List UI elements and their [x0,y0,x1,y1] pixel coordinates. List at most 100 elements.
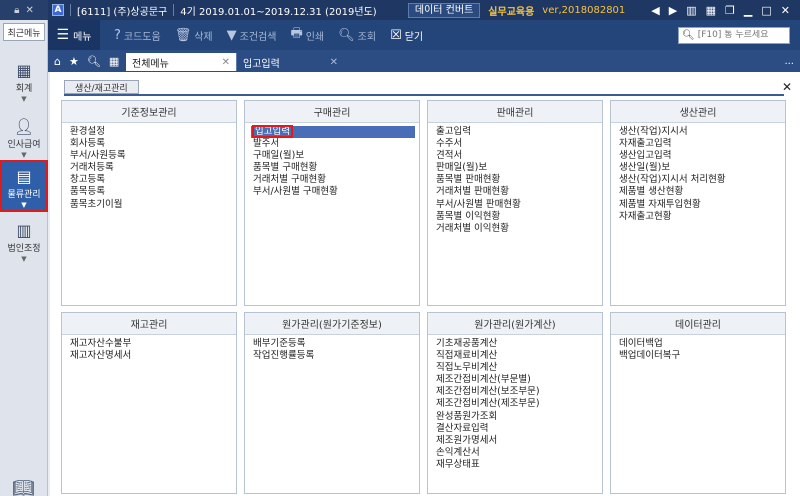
menu-item[interactable]: 생산(작업)지시서 [617,126,785,138]
panel-data-management: 데이터관리 데이터백업 백업데이터복구 [610,312,786,494]
menu-item[interactable]: 거래처별 구매현황 [251,174,419,186]
panel-cost-calculation: 원가관리(원가계산) 기초재공품계산 직접재료비계산 직접노무비계산 제조간접비… [427,312,603,494]
print-button[interactable]: 🖶︎ 인쇄 [290,24,324,46]
question-icon: ? [114,27,121,43]
menu-item[interactable]: 부서/사원별 판매현황 [434,199,602,211]
close-icon[interactable]: ✕ [330,57,338,68]
menu-item[interactable]: 거래처별 판매현황 [434,186,602,198]
close-x-icon[interactable]: ✕ [25,5,33,16]
menu-item[interactable]: 품목별 판매현황 [434,174,602,186]
inquiry-button[interactable]: 🔍︎ 조회 [338,28,376,43]
panel-sales: 판매관리 출고입력 수주서 견적서 판매일(월)보 품목별 판매현황 거래처별 … [427,100,603,306]
menu-item[interactable]: 회사등록 [68,138,236,150]
subtab-production-inventory[interactable]: 생산/재고관리 [64,80,139,94]
close-icon[interactable]: ✕ [782,80,792,94]
menu-item[interactable]: 재무상태표 [434,459,602,471]
menu-item[interactable]: 품목별 구매현황 [251,162,419,174]
close-icon[interactable]: ✕ [222,57,230,68]
menu-item[interactable]: 생산입고입력 [617,150,785,162]
menu-item[interactable]: 손익계산서 [434,447,602,459]
lock-icon[interactable]: 🔒︎ [14,5,19,16]
menu-item[interactable]: 발주서 [251,138,419,150]
sidebar-item-accounting[interactable]: ▦ 회계 ▼ [0,56,48,108]
menu-search-box[interactable]: 🔍︎ [678,26,790,44]
menu-item[interactable]: 제품별 생산현황 [617,186,785,198]
menu-item[interactable]: 품목초기이월 [68,199,236,211]
tab-receiving-entry[interactable]: 입고입력 ✕ [236,53,344,71]
recent-menu-button[interactable]: 최근메뉴 [3,23,45,41]
menu-item[interactable]: 구매일(월)보 [251,150,419,162]
menu-item[interactable]: 생산일(월)보 [617,162,785,174]
company-name: [6111] (주)상공문구 [77,6,168,18]
menu-item[interactable]: 제조간접비계산(부문별) [434,374,602,386]
menu-item[interactable]: 제조원가명세서 [434,435,602,447]
hamburger-icon: ☰ [56,27,70,43]
menu-item[interactable]: 결산자료입력 [434,423,602,435]
sidebar-item-hr-payroll[interactable]: 👤︎ 인사급여 ▼ [0,112,48,164]
menu-item[interactable]: 제품별 자재투입현황 [617,199,785,211]
panel-production: 생산관리 생산(작업)지시서 자재출고입력 생산입고입력 생산일(월)보 생산(… [610,100,786,306]
menu-item[interactable]: 제조간접비계산(제조부문) [434,398,602,410]
menu-item[interactable]: 기초재공품계산 [434,338,602,350]
tab-all-menu[interactable]: 전체메뉴 ✕ [126,53,236,71]
window-icon[interactable]: ❐ [725,4,735,17]
menu-item[interactable]: 제조간접비계산(보조부문) [434,386,602,398]
layout-icon[interactable]: ▥ [686,4,696,17]
book-icon[interactable]: 📖︎ [12,478,35,496]
menu-search-input[interactable] [697,30,788,40]
sidebar-item-corporate-adjust[interactable]: ▥ 법인조정 ▼ [0,216,48,268]
panel-list: 재고자산수불부 재고자산명세서 [62,335,236,362]
menu-item[interactable]: 부서/사원별 구매현황 [251,186,419,198]
menu-item[interactable]: 배부기준등록 [251,338,419,350]
inquiry-search-icon: 🔍︎ [338,27,355,43]
menu-item[interactable]: 품목등록 [68,186,236,198]
calendar-icon[interactable]: ▦ [109,55,119,68]
sidebar-item-logistics[interactable]: ▤ 물류관리 ▼ [0,160,48,212]
menu-item[interactable]: 재고자산명세서 [68,350,236,362]
title-bar-left: 🔒︎ ✕ [0,0,48,20]
menu-item[interactable]: 부서/사원등록 [68,150,236,162]
delete-button[interactable]: 🗑︎ 삭제 [175,28,213,43]
menu-item[interactable]: 데이터백업 [617,338,785,350]
menu-item[interactable]: 자재출고현황 [617,211,785,223]
data-convert-button[interactable]: 데이터 컨버트 [407,2,481,18]
menu-item[interactable]: 창고등록 [68,174,236,186]
code-help-button[interactable]: ? 코드도움 [114,28,161,43]
grid-icon[interactable]: ▦ [706,4,716,17]
close-button[interactable]: ☒ 닫기 [390,28,423,43]
condition-search-button[interactable]: ▼ 조건검색 [227,28,277,43]
menu-item[interactable]: 재고자산수불부 [68,338,236,350]
menu-item[interactable]: 품목별 이익현황 [434,211,602,223]
home-icon[interactable]: ⌂ [54,55,61,68]
more-icon[interactable]: ... [784,56,794,67]
main-content: 생산/재고관리 ✕ 기준정보관리 환경설정 회사등록 부서/사원등록 거래처등록… [50,72,800,496]
menu-item[interactable]: 환경설정 [68,126,236,138]
star-icon[interactable]: ★ [69,55,79,68]
menu-item[interactable]: 직접노무비계산 [434,362,602,374]
menu-item[interactable]: 거래처별 이익현황 [434,223,602,235]
menu-item[interactable]: 완성품원가조회 [434,411,602,423]
menu-item-selected[interactable]: 입고입력 [251,125,415,139]
search-icon: 🔍︎ [682,29,695,41]
menu-item[interactable]: 직접재료비계산 [434,350,602,362]
menu-item[interactable]: 견적서 [434,150,602,162]
menu-item[interactable]: 백업데이터복구 [617,350,785,362]
menu-item[interactable]: 작업진행률등록 [251,350,419,362]
menu-item[interactable]: 판매일(월)보 [434,162,602,174]
version-label: ver,2018082801 [542,4,626,16]
menu-item[interactable]: 자재출고입력 [617,138,785,150]
close-icon[interactable]: ✕ [781,4,790,17]
menu-item[interactable]: 거래처등록 [68,162,236,174]
search-icon[interactable]: 🔍︎ [87,55,101,68]
chevron-down-icon: ▼ [21,151,27,159]
panel-title: 판매관리 [428,101,602,123]
menu-item[interactable]: 출고입력 [434,126,602,138]
minimize-icon[interactable]: ▁ [744,4,752,17]
divider [173,4,175,16]
maximize-icon[interactable]: □ [761,4,771,17]
arrow-left-icon[interactable]: ◀ [651,4,659,17]
menu-item[interactable]: 생산(작업)지시서 처리현황 [617,174,785,186]
menu-item[interactable]: 수주서 [434,138,602,150]
menu-button[interactable]: ☰ 메뉴 [48,20,100,50]
arrow-right-icon[interactable]: ▶ [669,4,677,17]
